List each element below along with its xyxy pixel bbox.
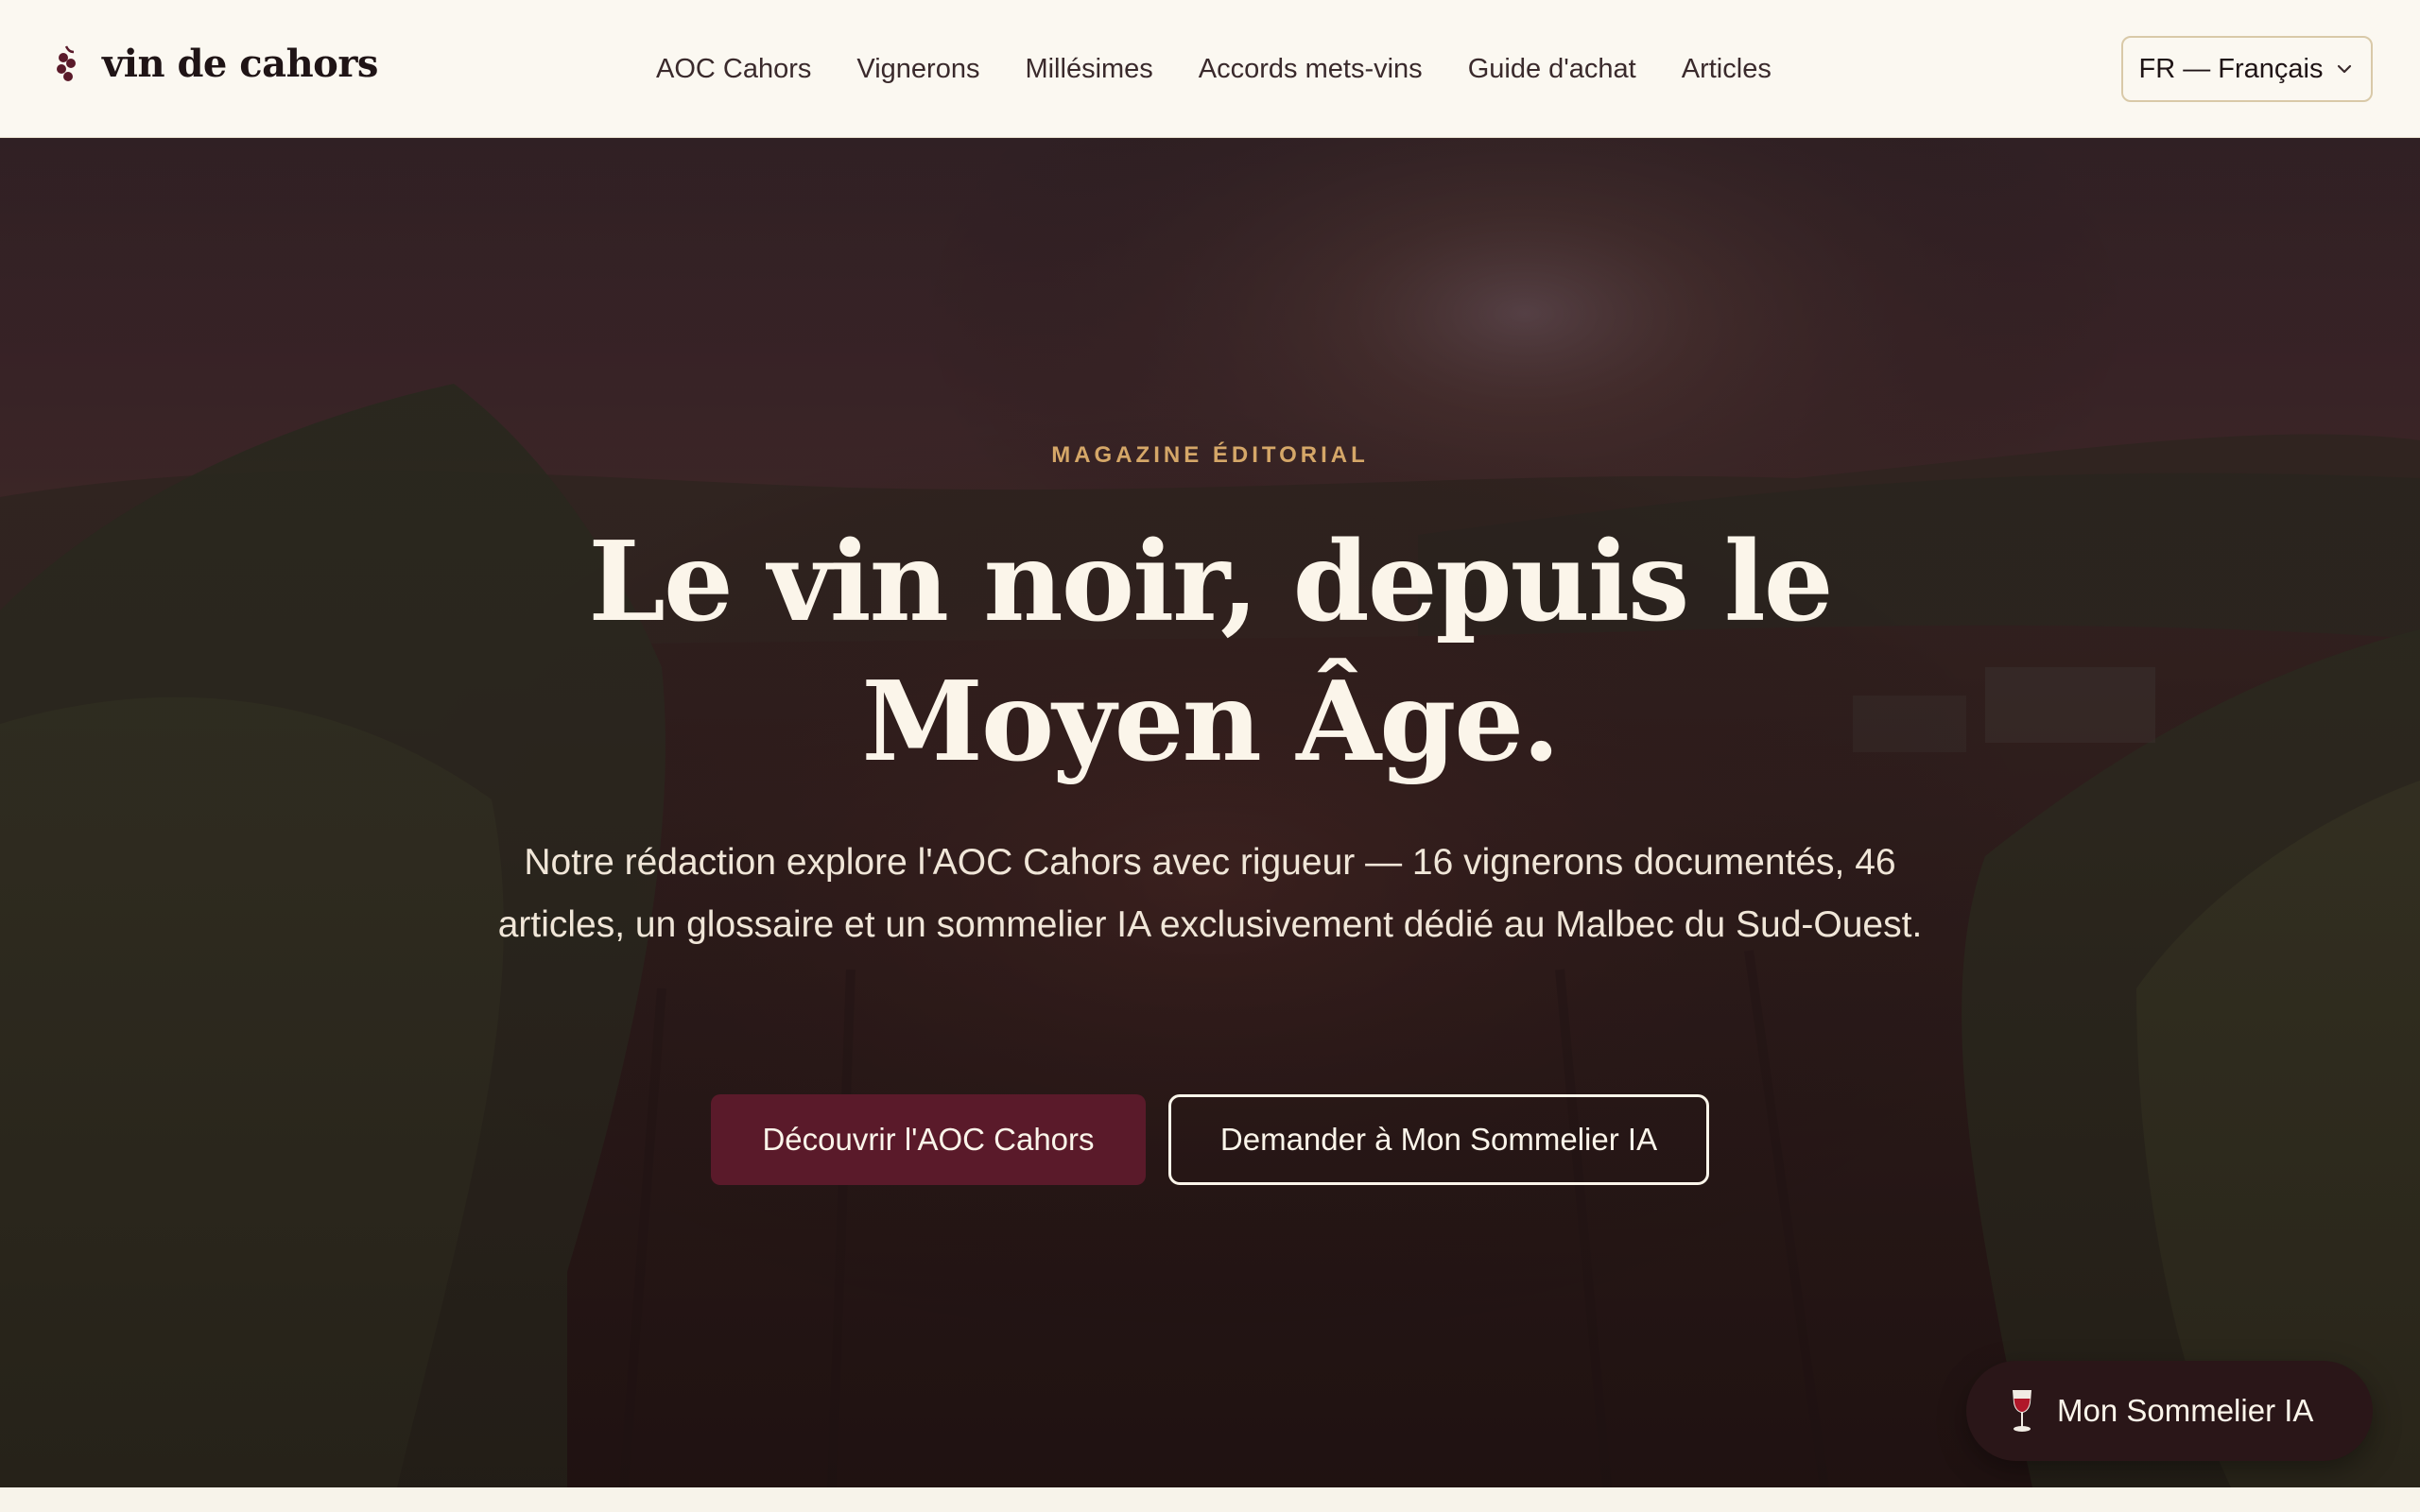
nav-item-vignerons[interactable]: Vignerons <box>856 54 979 85</box>
nav-item-millesimes[interactable]: Millésimes <box>1025 54 1152 85</box>
language-selected-value: FR — Français <box>2138 53 2324 84</box>
main-nav: AOC Cahors Vignerons Millésimes Accords … <box>656 0 1772 138</box>
grape-cluster-icon <box>57 44 76 81</box>
nav-item-guide-achat[interactable]: Guide d'achat <box>1468 54 1636 85</box>
hero-overlay <box>0 138 2420 1487</box>
hero-section: MAGAZINE ÉDITORIAL Le vin noir, depuis l… <box>0 138 2420 1487</box>
site-header: vin de cahors AOC Cahors Vignerons Millé… <box>0 0 2420 138</box>
page-bottom-strip <box>0 1487 2420 1512</box>
ask-sommelier-button[interactable]: Demander à Mon Sommelier IA <box>1168 1094 1709 1185</box>
nav-item-aoc-cahors[interactable]: AOC Cahors <box>656 54 811 85</box>
hero-eyebrow: MAGAZINE ÉDITORIAL <box>1051 442 1369 468</box>
brand-name: vin de cahors <box>102 42 378 86</box>
chevron-down-icon <box>2338 64 2352 74</box>
wine-glass-icon <box>2013 1390 2031 1432</box>
language-select[interactable]: FR — Français <box>2121 36 2373 102</box>
hero-title: Le vin noir, depuis le Moyen Âge. <box>588 518 1833 786</box>
sommelier-chat-button[interactable]: Mon Sommelier IA <box>1966 1361 2373 1461</box>
nav-item-accords[interactable]: Accords mets-vins <box>1199 54 1423 85</box>
discover-aoc-button[interactable]: Découvrir l'AOC Cahors <box>711 1094 1146 1185</box>
brand-logo-link[interactable]: vin de cahors <box>53 42 378 86</box>
hero-lead: Notre rédaction explore l'AOC Cahors ave… <box>497 842 1923 945</box>
nav-item-articles[interactable]: Articles <box>1682 54 1772 85</box>
sommelier-chat-label: Mon Sommelier IA <box>2057 1393 2314 1428</box>
